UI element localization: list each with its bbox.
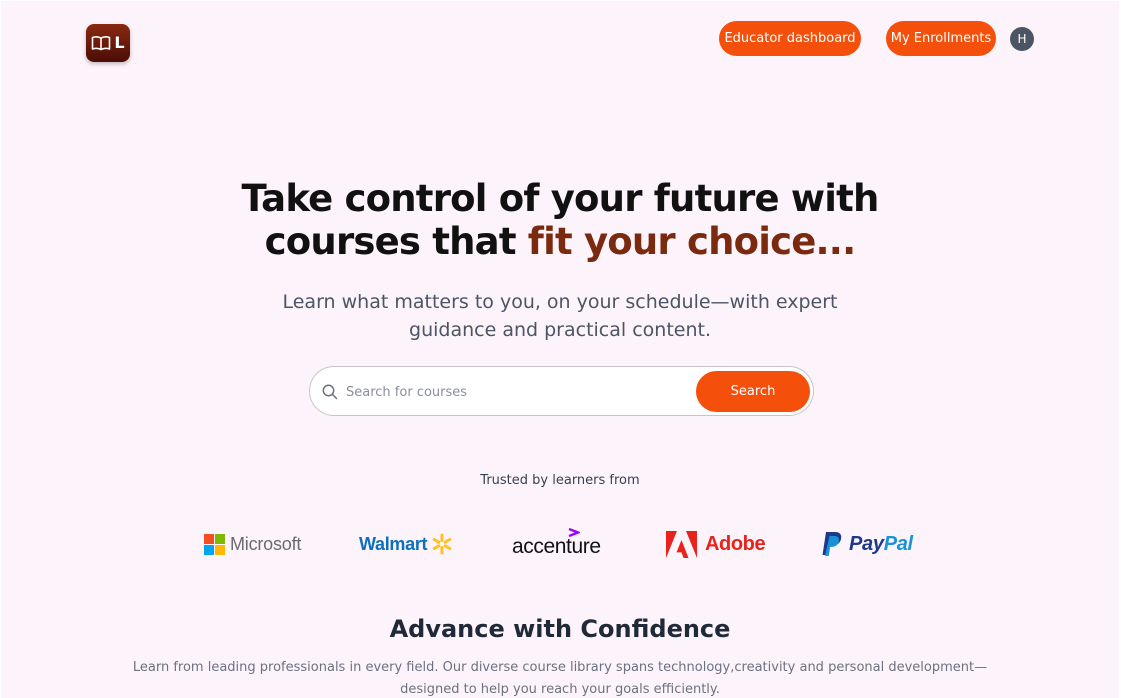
brand-name: Microsoft — [230, 533, 302, 554]
brand-paypal: PayPal — [821, 527, 913, 561]
hero-title-line2: courses that — [264, 220, 528, 263]
brand-microsoft: Microsoft — [204, 527, 301, 561]
my-enrollments-button[interactable]: My Enrollments — [886, 21, 996, 56]
brand-name: Walmart — [359, 533, 428, 554]
brand-name: accenture — [512, 535, 601, 558]
page: L Educator dashboard My Enrollments H Ta… — [1, 1, 1119, 698]
brand-name-part1: Pay — [849, 532, 884, 555]
paypal-logo-icon — [822, 532, 842, 556]
trusted-label: Trusted by learners from — [480, 473, 640, 488]
hero-title: Take control of your future with courses… — [1, 177, 1119, 263]
brand-name: PayPal — [849, 533, 913, 556]
hero-subtitle-line1: Learn what matters to you, on your sched… — [282, 291, 838, 313]
brand-name: Adobe — [705, 532, 766, 555]
hero-title-line1: Take control of your future with — [241, 177, 879, 220]
open-book-icon — [92, 36, 111, 51]
walmart-spark-icon — [432, 533, 452, 555]
user-avatar[interactable]: H — [1010, 27, 1034, 51]
logo-letter: L — [114, 33, 125, 52]
search-icon — [322, 384, 338, 400]
adobe-logo-icon — [666, 530, 697, 558]
section-description-line2: designed to help you reach your goals ef… — [400, 682, 720, 697]
brand-adobe: Adobe — [666, 527, 766, 561]
educator-dashboard-button[interactable]: Educator dashboard — [719, 21, 861, 56]
hero-title-accent: fit your choice... — [527, 220, 856, 263]
section-description-line1: Learn from leading professionals in ever… — [132, 660, 988, 675]
section-description: Learn from leading professionals in ever… — [1, 657, 1119, 698]
hero-subtitle: Learn what matters to you, on your sched… — [1, 288, 1119, 344]
section-title: Advance with Confidence — [389, 615, 731, 643]
microsoft-logo-icon — [204, 533, 225, 555]
brand-accenture: accenture — [512, 525, 601, 559]
brand-name-part2: Pal — [883, 532, 913, 555]
search-input[interactable] — [346, 380, 686, 404]
hero-subtitle-line2: guidance and practical content. — [409, 319, 711, 341]
app-logo[interactable]: L — [86, 24, 130, 62]
course-search-bar: Search — [309, 366, 814, 416]
brand-walmart: Walmart — [359, 527, 454, 561]
search-button[interactable]: Search — [696, 371, 810, 412]
